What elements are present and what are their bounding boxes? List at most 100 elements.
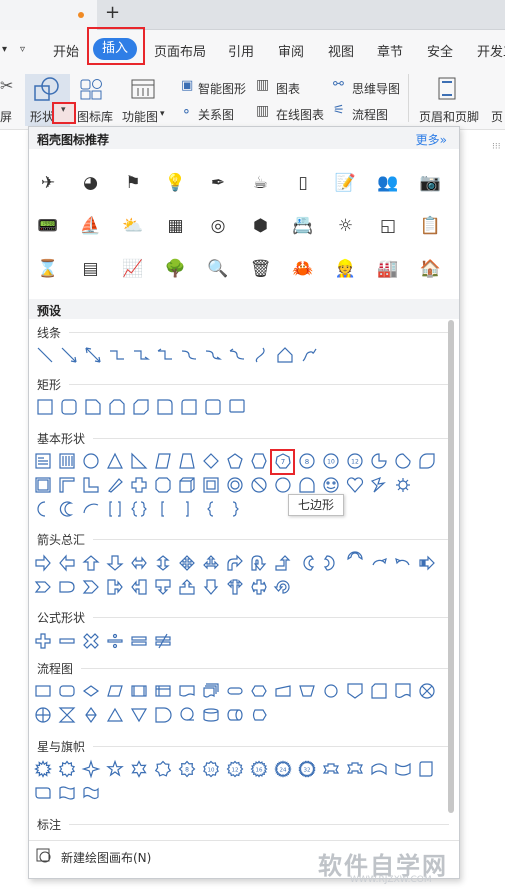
document-tab[interactable] — [0, 0, 97, 30]
flowchart-shape[interactable] — [249, 705, 269, 725]
formula-shape[interactable] — [57, 631, 77, 651]
flowchart-shape[interactable] — [177, 705, 197, 725]
smart-graphic-button[interactable]: 智能图形 — [198, 80, 246, 97]
quick-access-chevron-icon[interactable]: ▾ — [2, 44, 7, 55]
flowchart-shape[interactable] — [57, 705, 77, 725]
line-shape[interactable] — [275, 345, 295, 365]
new-tab-button[interactable]: + — [105, 2, 120, 23]
chart-button[interactable]: 图表 — [276, 80, 300, 97]
flowchart-shape[interactable] — [417, 681, 437, 701]
arrow-shape[interactable] — [225, 577, 245, 597]
star-shape[interactable] — [33, 783, 53, 803]
dropdown-icon[interactable]: ▿ — [20, 44, 25, 55]
arrow-shape[interactable] — [105, 577, 125, 597]
rect-shape[interactable] — [179, 397, 199, 417]
basic-shape[interactable] — [177, 451, 197, 471]
basic-shape[interactable] — [201, 475, 221, 495]
header-footer-button[interactable]: 页眉和页脚 — [419, 108, 479, 125]
line-shape[interactable] — [299, 345, 319, 365]
basic-shape[interactable] — [81, 475, 101, 495]
basic-shape[interactable] — [81, 451, 101, 471]
flowchart-shape[interactable] — [129, 681, 149, 701]
basic-shape[interactable] — [81, 499, 101, 519]
flowchart-shape[interactable] — [105, 705, 125, 725]
line-shape[interactable] — [59, 345, 79, 365]
basic-shape[interactable] — [249, 451, 269, 471]
tab-page-layout[interactable]: 页面布局 — [154, 41, 206, 60]
flowchart-shape[interactable] — [129, 705, 149, 725]
basic-shape[interactable] — [57, 475, 77, 495]
line-shape[interactable] — [155, 345, 175, 365]
arrow-shape[interactable] — [273, 553, 293, 573]
basic-shape[interactable] — [249, 475, 269, 495]
arrow-shape[interactable] — [81, 553, 101, 573]
tab-home[interactable]: 开始 — [53, 41, 79, 60]
arrow-shape[interactable] — [57, 577, 77, 597]
rect-shape[interactable] — [227, 397, 247, 417]
formula-shape[interactable] — [129, 631, 149, 651]
line-shape[interactable] — [179, 345, 199, 365]
arrow-shape[interactable] — [417, 553, 437, 573]
basic-shape[interactable] — [57, 499, 77, 519]
arrow-shape[interactable] — [393, 553, 413, 573]
arrow-shape[interactable] — [249, 577, 269, 597]
flowchart-shape[interactable] — [201, 705, 221, 725]
basic-shape[interactable] — [129, 475, 149, 495]
basic-shape[interactable] — [273, 475, 293, 495]
basic-shape[interactable] — [129, 499, 149, 519]
formula-shape[interactable] — [33, 631, 53, 651]
tab-review[interactable]: 审阅 — [278, 41, 304, 60]
basic-shape[interactable] — [177, 475, 197, 495]
basic-shape[interactable] — [393, 475, 413, 495]
star-shape[interactable]: 10 — [201, 759, 221, 779]
star-shape[interactable] — [393, 759, 413, 779]
star-shape[interactable] — [105, 759, 125, 779]
flowchart-shape[interactable] — [393, 681, 413, 701]
basic-shape[interactable] — [105, 451, 125, 471]
formula-shape[interactable] — [153, 631, 173, 651]
arrow-shape[interactable] — [81, 577, 101, 597]
basic-shape[interactable] — [369, 475, 389, 495]
new-drawing-canvas-button[interactable]: 新建绘图画布(N) — [61, 849, 151, 866]
flowchart-shape[interactable] — [105, 681, 125, 701]
star-shape[interactable] — [321, 759, 341, 779]
tab-chapter[interactable]: 章节 — [377, 41, 403, 60]
flowchart-shape[interactable] — [225, 681, 245, 701]
star-shape[interactable]: 32 — [297, 759, 317, 779]
basic-shape[interactable]: 12 — [345, 451, 365, 471]
arrow-shape[interactable] — [345, 551, 365, 573]
flowchart-shape[interactable] — [177, 681, 197, 701]
line-shape[interactable] — [227, 345, 247, 365]
left-cut-label[interactable]: 屏 — [0, 108, 12, 125]
flowchart-shape[interactable] — [345, 681, 365, 701]
function-chart-button[interactable]: 功能图 — [122, 108, 158, 125]
flowchart-shape[interactable] — [33, 705, 53, 725]
flowchart-shape[interactable] — [153, 681, 173, 701]
mindmap-button[interactable]: 思维导图 — [352, 80, 400, 97]
basic-shape[interactable] — [57, 451, 77, 471]
arrow-shape[interactable] — [177, 577, 197, 597]
flowchart-shape[interactable] — [153, 705, 173, 725]
basic-shape[interactable] — [33, 451, 53, 471]
online-chart-button[interactable]: 在线图表 — [276, 106, 324, 123]
flowchart-shape[interactable] — [201, 681, 221, 701]
star-shape[interactable]: 8 — [177, 759, 197, 779]
star-shape[interactable] — [417, 759, 437, 779]
arrow-shape[interactable] — [321, 553, 341, 573]
arrow-shape[interactable] — [297, 553, 317, 573]
tab-security[interactable]: 安全 — [427, 41, 453, 60]
line-shape[interactable] — [203, 345, 223, 365]
tab-view[interactable]: 视图 — [328, 41, 354, 60]
arrow-shape[interactable] — [153, 577, 173, 597]
rect-shape[interactable] — [35, 397, 55, 417]
basic-shape[interactable] — [369, 451, 389, 471]
basic-shape[interactable] — [153, 475, 173, 495]
basic-shape[interactable] — [225, 475, 245, 495]
arrow-shape[interactable] — [33, 577, 53, 597]
rect-shape[interactable] — [83, 397, 103, 417]
flowchart-shape[interactable] — [33, 681, 53, 701]
star-shape[interactable] — [369, 759, 389, 779]
star-shape[interactable] — [153, 759, 173, 779]
line-shape[interactable] — [107, 345, 127, 365]
arrow-shape[interactable] — [129, 577, 149, 597]
